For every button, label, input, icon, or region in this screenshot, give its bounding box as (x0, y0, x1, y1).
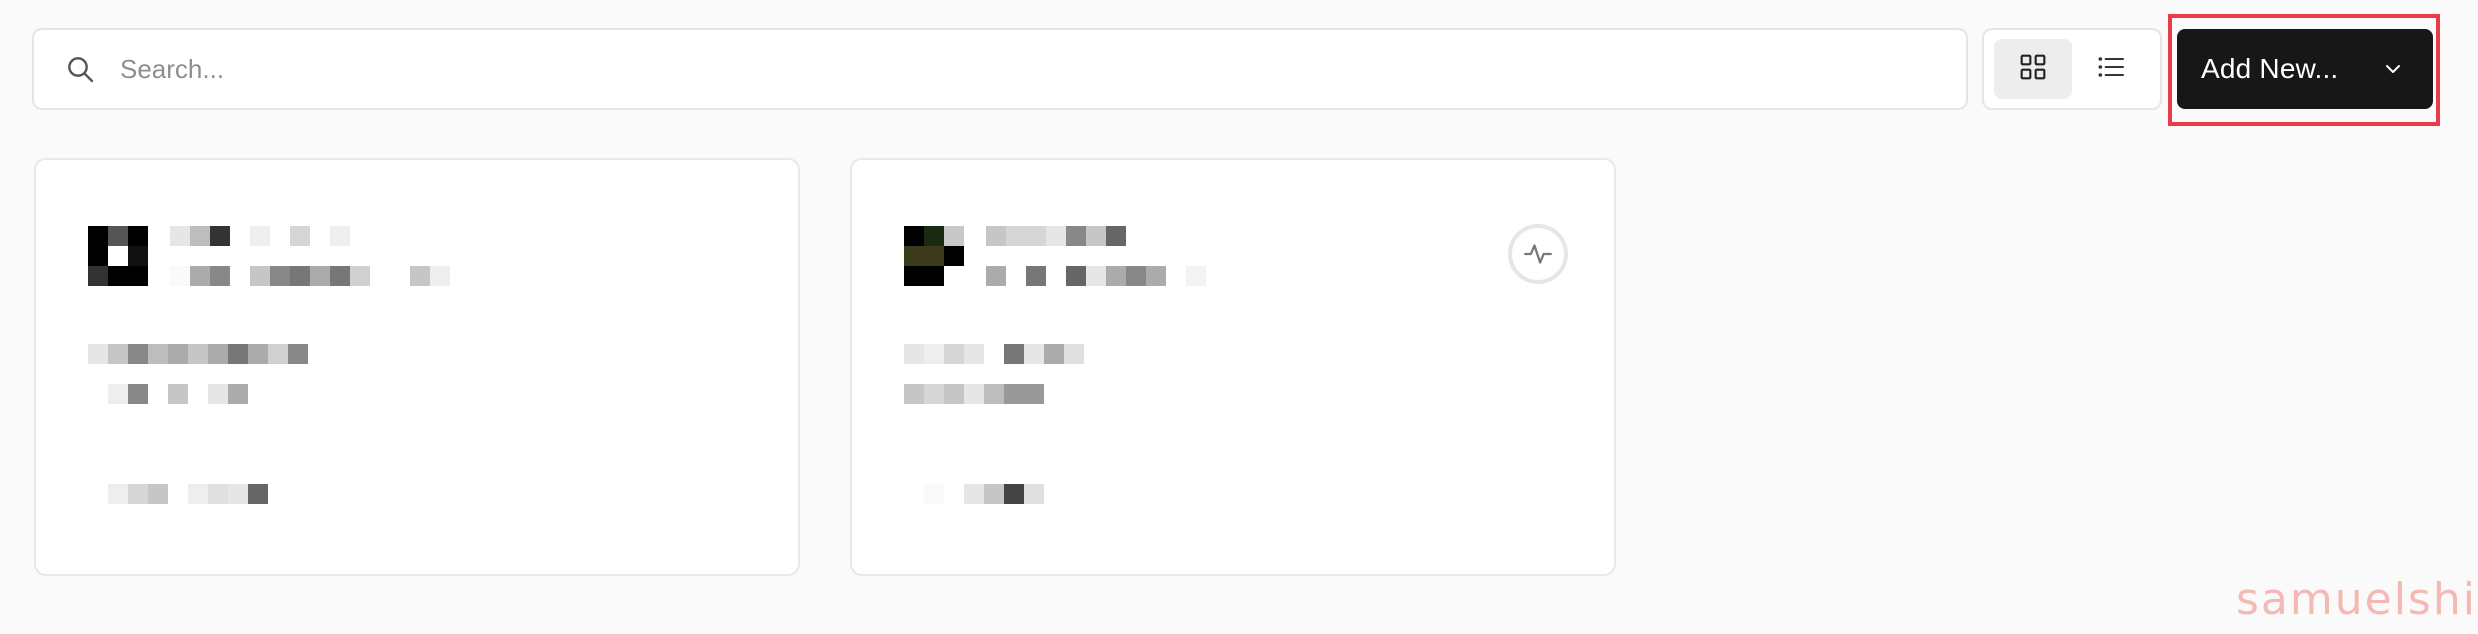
updated-time (88, 484, 268, 507)
search-input[interactable] (118, 52, 1902, 86)
grid-icon (2017, 51, 2049, 88)
project-name[interactable] (986, 226, 1126, 252)
chevron-down-icon (2381, 57, 2405, 81)
grid-view-button[interactable] (1994, 39, 2072, 99)
branch-info (88, 384, 248, 407)
project-logo (88, 226, 148, 286)
project-url[interactable] (170, 266, 450, 289)
search-bar[interactable] (32, 28, 1968, 110)
commit-message[interactable] (88, 344, 308, 367)
add-new-button[interactable]: Add New... (2177, 29, 2433, 109)
project-name[interactable] (170, 226, 350, 252)
updated-time (904, 484, 1044, 507)
add-new-label: Add New... (2201, 53, 2339, 84)
branch-info (904, 384, 1044, 407)
project-card[interactable] (850, 158, 1616, 576)
project-url[interactable] (986, 266, 1206, 289)
list-icon (2095, 51, 2127, 88)
commit-message[interactable] (904, 344, 1084, 367)
view-toggle (1982, 28, 2162, 110)
project-logo (904, 226, 964, 286)
search-icon (62, 51, 98, 87)
activity-icon[interactable] (1508, 224, 1568, 284)
projects-page: Add New... (0, 0, 2478, 634)
project-card[interactable] (34, 158, 800, 576)
list-view-button[interactable] (2072, 39, 2150, 99)
watermark: samuelshi (2236, 574, 2477, 625)
